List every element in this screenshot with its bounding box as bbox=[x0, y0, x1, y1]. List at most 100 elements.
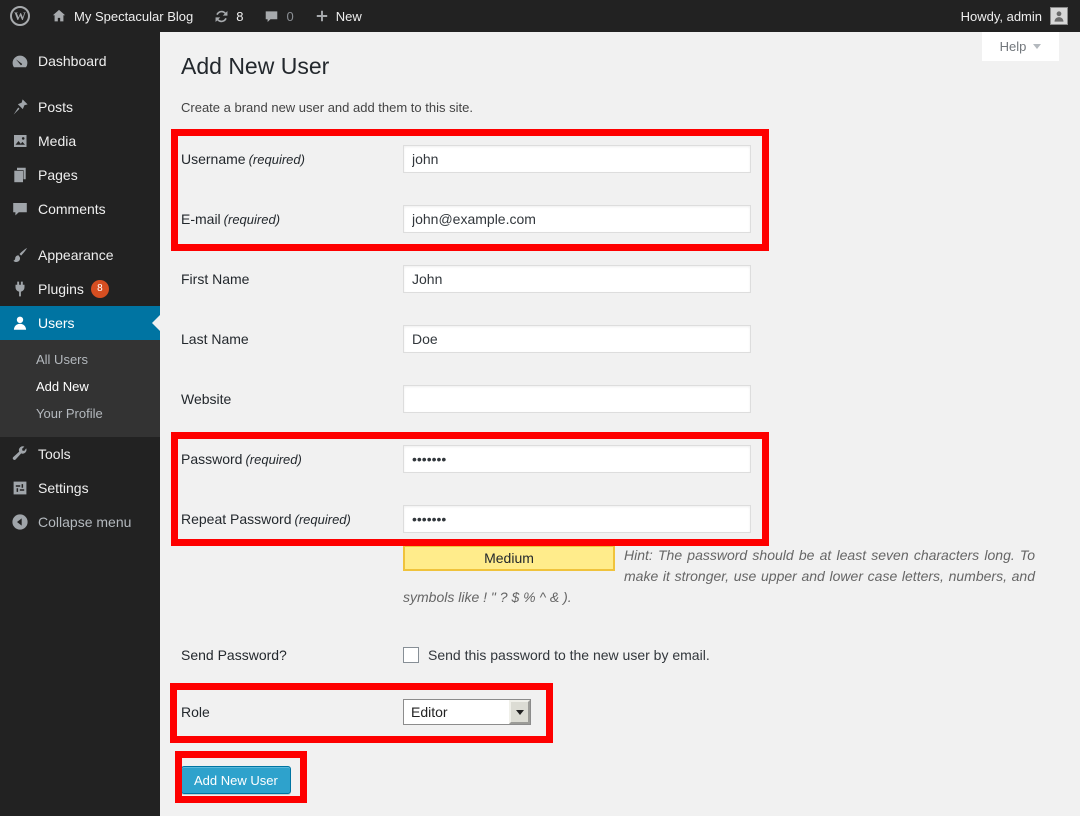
wordpress-logo-button[interactable]: W bbox=[0, 0, 40, 32]
menu-separator bbox=[0, 226, 160, 238]
submenu-item-label: Add New bbox=[36, 379, 89, 394]
updates-link[interactable]: 8 bbox=[203, 0, 253, 32]
sidebar-item-settings[interactable]: Settings bbox=[0, 471, 160, 505]
sidebar-item-users[interactable]: Users bbox=[0, 306, 160, 340]
comment-count: 0 bbox=[286, 9, 293, 24]
form-row-email: E-mail(required) bbox=[181, 189, 1060, 249]
sidebar-item-label: Media bbox=[38, 133, 76, 149]
comments-icon bbox=[10, 199, 30, 219]
home-icon bbox=[50, 7, 68, 25]
pages-icon bbox=[10, 165, 30, 185]
password-input[interactable] bbox=[403, 445, 751, 473]
avatar[interactable] bbox=[1050, 7, 1068, 25]
sidebar-item-label: Dashboard bbox=[38, 53, 107, 69]
caret-down-icon bbox=[516, 710, 524, 719]
role-select-arrow-button[interactable] bbox=[509, 700, 530, 724]
comments-link[interactable]: 0 bbox=[253, 0, 303, 32]
wordpress-logo-icon: W bbox=[10, 6, 30, 26]
add-new-user-button[interactable]: Add New User bbox=[181, 766, 291, 794]
sidebar-item-posts[interactable]: Posts bbox=[0, 90, 160, 124]
sidebar-item-comments[interactable]: Comments bbox=[0, 192, 160, 226]
email-required-note: (required) bbox=[224, 212, 280, 227]
new-content-button[interactable]: New bbox=[304, 0, 372, 32]
settings-sliders-icon bbox=[10, 478, 30, 498]
menu-separator bbox=[0, 78, 160, 90]
sidebar-item-label: Plugins bbox=[38, 281, 84, 297]
repeat-password-label: Repeat Password bbox=[181, 511, 292, 527]
pin-icon bbox=[10, 97, 30, 117]
sidebar-item-media[interactable]: Media bbox=[0, 124, 160, 158]
role-select[interactable]: Editor bbox=[403, 699, 531, 725]
sidebar-item-collapse-menu[interactable]: Collapse menu bbox=[0, 505, 160, 539]
form-row-role: Role Editor bbox=[181, 684, 1060, 740]
email-input[interactable] bbox=[403, 205, 751, 233]
form-row-password: Password(required) bbox=[181, 429, 1060, 489]
add-user-form: Username(required) E-mail(required) Firs… bbox=[181, 129, 1060, 794]
username-label: Username bbox=[181, 151, 246, 167]
sidebar-item-tools[interactable]: Tools bbox=[0, 437, 160, 471]
page-title: Add New User bbox=[181, 52, 1060, 81]
username-input[interactable] bbox=[403, 145, 751, 173]
form-row-send-password: Send Password? Send this password to the… bbox=[181, 638, 1060, 672]
media-icon bbox=[10, 131, 30, 151]
role-select-value: Editor bbox=[411, 704, 448, 720]
update-count: 8 bbox=[236, 9, 243, 24]
site-name-link[interactable]: My Spectacular Blog bbox=[40, 0, 203, 32]
update-icon bbox=[213, 8, 230, 25]
form-row-repeat-password: Repeat Password(required) bbox=[181, 489, 1060, 549]
submit-row: Add New User bbox=[181, 766, 1060, 794]
password-label: Password bbox=[181, 451, 242, 467]
submenu-item-all-users[interactable]: All Users bbox=[0, 346, 160, 373]
main-content: Help Add New User Create a brand new use… bbox=[160, 32, 1080, 816]
sidebar-item-label: Pages bbox=[38, 167, 78, 183]
sidebar-item-label: Appearance bbox=[38, 247, 114, 263]
users-icon bbox=[10, 313, 30, 333]
form-row-username: Username(required) bbox=[181, 129, 1060, 189]
sidebar-item-dashboard[interactable]: Dashboard bbox=[0, 44, 160, 78]
submenu-item-label: All Users bbox=[36, 352, 88, 367]
repeat-password-input[interactable] bbox=[403, 505, 751, 533]
howdy-text: Howdy, admin bbox=[961, 9, 1042, 24]
comment-bubble-icon bbox=[263, 8, 280, 25]
last-name-input[interactable] bbox=[403, 325, 751, 353]
tools-wrench-icon bbox=[10, 444, 30, 464]
email-label: E-mail bbox=[181, 211, 221, 227]
send-password-checkbox-label[interactable]: Send this password to the new user by em… bbox=[428, 647, 710, 663]
users-submenu: All Users Add New Your Profile bbox=[0, 340, 160, 437]
role-label: Role bbox=[181, 704, 210, 720]
first-name-label: First Name bbox=[181, 271, 249, 287]
howdy-account-menu[interactable]: Howdy, admin bbox=[951, 9, 1042, 24]
sidebar-item-label: Tools bbox=[38, 446, 71, 462]
sidebar-item-appearance[interactable]: Appearance bbox=[0, 238, 160, 272]
submenu-item-label: Your Profile bbox=[36, 406, 103, 421]
website-input[interactable] bbox=[403, 385, 751, 413]
sidebar-item-label: Settings bbox=[38, 480, 89, 496]
password-strength-meter: Medium bbox=[403, 545, 615, 571]
help-label: Help bbox=[1000, 39, 1027, 54]
new-label: New bbox=[336, 9, 362, 24]
sidebar-item-label: Collapse menu bbox=[38, 514, 131, 530]
form-row-first-name: First Name bbox=[181, 249, 1060, 309]
password-required-note: (required) bbox=[245, 452, 301, 467]
send-password-checkbox[interactable] bbox=[403, 647, 419, 663]
help-button[interactable]: Help bbox=[982, 32, 1059, 61]
dashboard-icon bbox=[10, 51, 30, 71]
appearance-brush-icon bbox=[10, 245, 30, 265]
plugins-update-badge: 8 bbox=[91, 280, 109, 298]
site-name-label: My Spectacular Blog bbox=[74, 9, 193, 24]
website-label: Website bbox=[181, 391, 231, 407]
first-name-input[interactable] bbox=[403, 265, 751, 293]
sidebar-item-label: Comments bbox=[38, 201, 106, 217]
plugin-icon bbox=[10, 279, 30, 299]
sidebar-item-plugins[interactable]: Plugins 8 bbox=[0, 272, 160, 306]
chevron-down-icon bbox=[1033, 44, 1041, 53]
form-row-website: Website bbox=[181, 369, 1060, 429]
plus-icon bbox=[314, 8, 330, 24]
submenu-item-add-new[interactable]: Add New bbox=[0, 373, 160, 400]
last-name-label: Last Name bbox=[181, 331, 249, 347]
form-row-last-name: Last Name bbox=[181, 309, 1060, 369]
submenu-item-your-profile[interactable]: Your Profile bbox=[0, 400, 160, 427]
admin-bar: W My Spectacular Blog 8 0 New Howdy, adm… bbox=[0, 0, 1080, 32]
password-hint-row: Medium Hint: The password should be at l… bbox=[403, 545, 1035, 608]
sidebar-item-pages[interactable]: Pages bbox=[0, 158, 160, 192]
